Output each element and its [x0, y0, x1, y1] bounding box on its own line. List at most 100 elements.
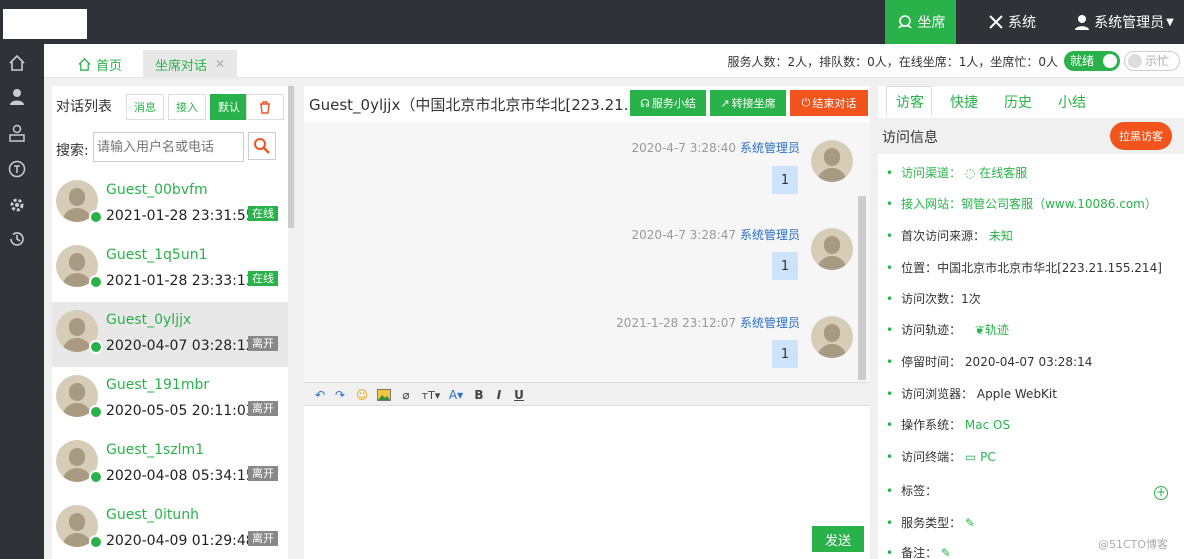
- info-value: 1次: [961, 292, 981, 306]
- message-time: 2020-4-7 3:28:47: [631, 228, 736, 242]
- wechat-icon: [89, 470, 103, 484]
- knowledge-icon[interactable]: [6, 158, 28, 180]
- delete-button[interactable]: [246, 94, 284, 120]
- contact-item[interactable]: Guest_0yljjx 2020-04-07 03:28:12 离开: [52, 302, 288, 367]
- end-chat-button[interactable]: ⏻ 结束对话: [790, 90, 868, 116]
- wechat-icon: [89, 340, 103, 354]
- top-bar: 坐席 系统 系统管理员 ▼: [0, 0, 1184, 44]
- tabs-row: 首页 坐席对话 ✕ 服务人数：2人，排队数：0人，在线坐席：1人，坐席忙：0人: [44, 44, 1184, 78]
- info-label: 访问渠道：: [901, 166, 962, 180]
- close-icon[interactable]: ✕: [215, 57, 225, 71]
- trash-icon: [260, 100, 270, 114]
- left-rail: [0, 44, 44, 559]
- contact-item[interactable]: Guest_191mbr 2020-05-05 20:11:03 离开: [52, 367, 288, 432]
- nav-user-menu[interactable]: 系统管理员 ▼: [1064, 0, 1184, 44]
- message-area[interactable]: 2020-4-7 3:28:40 系统管理员 1 2020-4-7 3:28:47…: [304, 122, 870, 382]
- chat-scrollbar[interactable]: [858, 196, 866, 380]
- user-icon: [1075, 15, 1090, 30]
- contact-item[interactable]: Guest_1szlm1 2020-04-08 05:34:15 离开: [52, 432, 288, 497]
- busy-label: 示忙: [1145, 54, 1170, 68]
- font-color-icon[interactable]: A▾: [446, 387, 466, 403]
- busy-toggle[interactable]: 示忙: [1124, 51, 1180, 71]
- blacklist-button[interactable]: 拉黑访客: [1110, 122, 1172, 150]
- image-icon[interactable]: [376, 387, 392, 403]
- contact-item[interactable]: Guest_00bvfm 2021-01-28 23:31:55 在线: [52, 172, 288, 237]
- info-header: 访问信息 拉黑访客: [878, 118, 1184, 154]
- filter-default[interactable]: 默认: [210, 94, 248, 120]
- home-icon[interactable]: [6, 52, 28, 74]
- italic-icon[interactable]: I: [492, 387, 506, 403]
- search-button[interactable]: [248, 132, 276, 160]
- info-trajectory: • 访问轨迹： ❦轨迹: [886, 323, 1009, 337]
- search-label: 搜索:: [56, 143, 89, 159]
- wechat-icon: [89, 535, 103, 549]
- bold-icon[interactable]: B: [472, 387, 486, 403]
- info-label: 操作系统：: [901, 418, 962, 432]
- transfer-agent-button[interactable]: ↗ 转接坐席: [710, 90, 786, 116]
- person-icon[interactable]: [6, 86, 28, 108]
- underline-icon[interactable]: U: [512, 387, 526, 403]
- contact-time: 2020-05-05 20:11:03: [106, 403, 255, 419]
- status-badge: 在线: [248, 271, 278, 286]
- service-summary-button[interactable]: ☊ 服务小结: [630, 90, 706, 116]
- visitor-info-panel: 访客 快捷 历史 小结 访问信息 拉黑访客 • 访问渠道： ◌ 在线客服 • 接入网…: [878, 86, 1184, 559]
- contact-time: 2021-01-28 23:31:55: [106, 208, 255, 224]
- contact-item[interactable]: Guest_0itunh 2020-04-09 01:29:48 离开: [52, 497, 288, 559]
- info-first-source: • 首次访问来源： 未知: [886, 229, 1013, 243]
- info-label: 备注：: [901, 546, 938, 559]
- ready-label: 就绪: [1070, 54, 1095, 68]
- filter-messages[interactable]: 消息: [126, 94, 164, 120]
- ready-toggle[interactable]: 就绪: [1064, 51, 1120, 71]
- info-label: 访问轨迹：: [901, 323, 962, 337]
- info-label: 访问浏览器：: [901, 387, 974, 401]
- info-title: 访问信息: [882, 130, 938, 146]
- tab-summary[interactable]: 小结: [1058, 92, 1086, 112]
- contact-name: Guest_191mbr: [106, 377, 210, 393]
- info-location: • 位置：中国北京市北京市华北[223.21.155.214]: [886, 261, 1162, 275]
- nav-system[interactable]: 系统: [972, 0, 1052, 44]
- search-input[interactable]: [93, 132, 244, 162]
- info-remark: • 备注： ✎: [886, 546, 951, 559]
- info-label: 标签：: [901, 484, 938, 498]
- trajectory-link[interactable]: 轨迹: [985, 323, 1009, 337]
- attach-icon[interactable]: ⌀: [398, 387, 414, 403]
- message-meta: 2020-4-7 3:28:40 系统管理员: [631, 139, 800, 156]
- info-channel: • 访问渠道： ◌ 在线客服: [886, 166, 1028, 180]
- gear-icon[interactable]: [6, 194, 28, 216]
- status-badge: 离开: [248, 401, 278, 416]
- list-scrollbar[interactable]: [288, 86, 294, 228]
- message-time: 2020-4-7 3:28:40: [631, 141, 736, 155]
- add-tag-icon[interactable]: +: [1154, 486, 1168, 500]
- tab-visitor[interactable]: 访客: [896, 92, 924, 112]
- info-value: 未知: [988, 229, 1013, 243]
- transfer-icon: ↗: [720, 96, 730, 110]
- message-time: 2021-1-28 23:12:07: [616, 316, 736, 330]
- tab-history[interactable]: 历史: [1004, 92, 1032, 112]
- search-icon: [254, 138, 270, 154]
- tab-home[interactable]: 首页: [66, 50, 134, 78]
- service-summary-label: 服务小结: [651, 97, 696, 110]
- emoji-icon[interactable]: ☺: [354, 387, 370, 403]
- message-editor[interactable]: [304, 406, 870, 522]
- nav-agent[interactable]: 坐席: [885, 0, 956, 44]
- info-stay-time: • 停留时间： 2020-04-07 03:28:14: [886, 355, 1093, 369]
- info-value: 在线客服: [979, 166, 1028, 180]
- tab-agent-chat[interactable]: 坐席对话 ✕: [143, 50, 238, 78]
- filter-incoming[interactable]: 接入: [168, 94, 206, 120]
- font-size-icon[interactable]: тT▾: [420, 387, 442, 403]
- org-chart-icon[interactable]: [6, 122, 28, 144]
- logo: [3, 9, 87, 39]
- send-button[interactable]: 发送: [812, 526, 864, 552]
- tab-agent-chat-label: 坐席对话: [155, 58, 208, 74]
- contact-item[interactable]: Guest_1q5un1 2021-01-28 23:33:13 在线: [52, 237, 288, 302]
- status-badge: 离开: [248, 531, 278, 546]
- chat-panel: Guest_0yljjx（中国北京市北京市华北[223.21.155. ☊ 服务…: [304, 86, 870, 559]
- tab-quick[interactable]: 快捷: [950, 92, 978, 112]
- redo-icon[interactable]: ↷: [332, 387, 348, 403]
- pencil-icon[interactable]: ✎: [965, 516, 975, 530]
- pencil-icon[interactable]: ✎: [941, 546, 951, 559]
- info-label: 接入网站：: [901, 197, 962, 211]
- undo-icon[interactable]: ↶: [312, 387, 328, 403]
- message-agent: 系统管理员: [739, 316, 800, 330]
- history-icon[interactable]: [6, 228, 28, 250]
